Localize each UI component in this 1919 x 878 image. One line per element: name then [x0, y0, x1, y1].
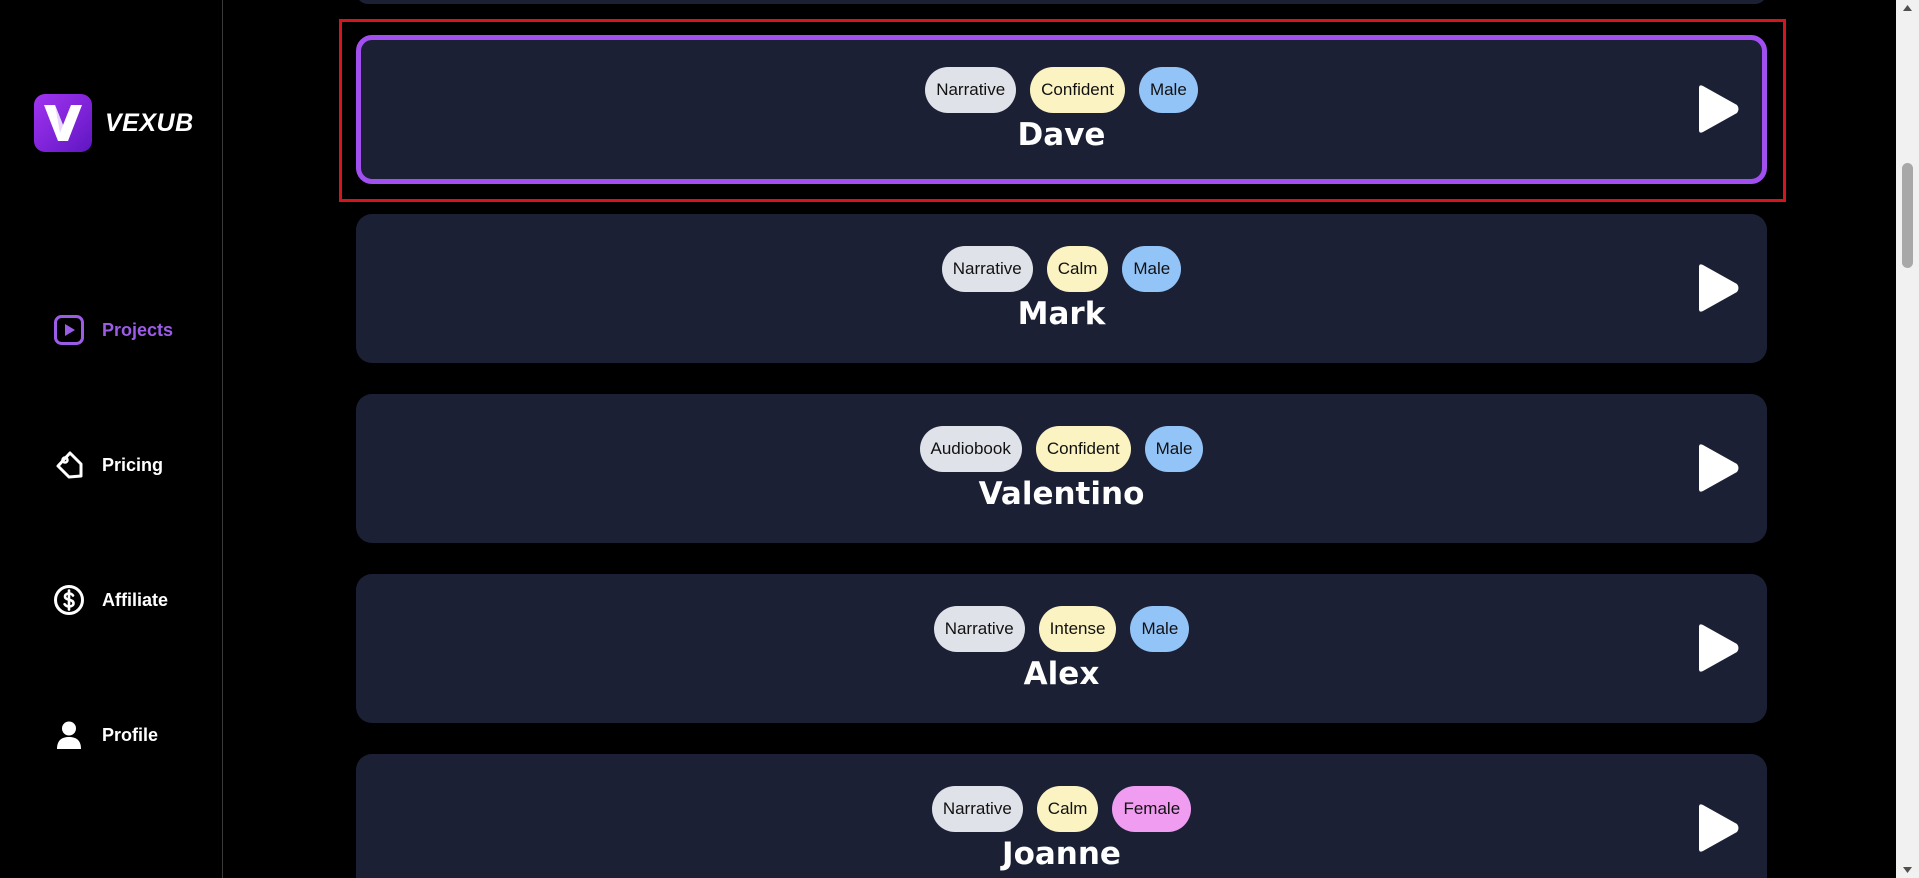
tag-gender: Male — [1144, 426, 1204, 472]
tag-mood: Confident — [1035, 426, 1131, 472]
nav-label-projects: Projects — [102, 319, 174, 340]
voice-name: Joanne — [1002, 836, 1121, 872]
tag-list: Narrative Calm Male — [356, 246, 1767, 292]
nav-label-affiliate: Affiliate — [102, 589, 169, 610]
voice-name: Valentino — [978, 476, 1145, 512]
voice-card-mark[interactable]: Narrative Calm Male Mark — [356, 214, 1767, 363]
voice-card-valentino[interactable]: Audiobook Confident Male Valentino — [356, 394, 1767, 543]
tag-gender: Male — [1122, 246, 1182, 292]
play-icon[interactable] — [1696, 803, 1740, 853]
play-icon[interactable] — [1696, 84, 1740, 134]
voice-card-alex[interactable]: Narrative Intense Male Alex — [356, 574, 1767, 723]
nav-item-profile[interactable]: Profile — [52, 713, 212, 757]
tag-style: Narrative — [931, 786, 1023, 832]
nav-item-projects[interactable]: Projects — [52, 308, 212, 352]
tag-style: Narrative — [925, 67, 1017, 113]
tag-gender: Male — [1138, 67, 1198, 113]
user-icon — [52, 718, 86, 752]
tag-mood: Calm — [1036, 786, 1099, 832]
voice-name: Alex — [1023, 656, 1100, 692]
nav-item-pricing[interactable]: Pricing — [52, 443, 212, 487]
voice-name: Dave — [1017, 117, 1106, 153]
nav-label-profile: Profile — [102, 724, 159, 745]
tag-style: Narrative — [941, 246, 1033, 292]
scrollbar-thumb[interactable] — [1902, 163, 1913, 268]
voice-name: Mark — [1017, 296, 1106, 332]
tag-style: Audiobook — [919, 426, 1022, 472]
play-icon[interactable] — [1696, 263, 1740, 313]
play-icon[interactable] — [1696, 443, 1740, 493]
brand-name: VEXUB — [105, 108, 194, 137]
play-square-icon — [52, 313, 86, 347]
tag-mood: Intense — [1038, 606, 1117, 652]
nav-label-pricing: Pricing — [102, 454, 164, 475]
tag-gender: Male — [1130, 606, 1190, 652]
dollar-circle-icon — [52, 583, 86, 617]
play-icon[interactable] — [1696, 623, 1740, 673]
voice-card-joanne[interactable]: Narrative Calm Female Joanne — [356, 754, 1767, 878]
brand-logo[interactable]: VEXUB — [34, 94, 194, 152]
tag-mood: Confident — [1030, 67, 1125, 113]
scrollbar[interactable] — [1896, 0, 1919, 878]
tag-list: Narrative Confident Male — [361, 67, 1762, 113]
scroll-down-arrow-icon[interactable] — [1896, 862, 1919, 878]
tag-gender: Female — [1112, 786, 1192, 832]
voice-card-partial[interactable] — [356, 0, 1767, 4]
tag-style: Narrative — [933, 606, 1025, 652]
price-tag-icon — [52, 448, 86, 482]
voice-card-dave[interactable]: Narrative Confident Male Dave — [356, 35, 1767, 184]
tag-list: Audiobook Confident Male — [356, 426, 1767, 472]
tag-mood: Calm — [1046, 246, 1109, 292]
nav-item-affiliate[interactable]: Affiliate — [52, 578, 212, 622]
vexub-logo-icon — [34, 94, 92, 152]
scroll-up-arrow-icon[interactable] — [1896, 0, 1919, 16]
tag-list: Narrative Calm Female — [356, 786, 1767, 832]
voice-list[interactable]: Narrative Confident Male Dave Narrative … — [224, 0, 1896, 878]
sidebar: VEXUB Projects Pricing Affiliate Profile — [0, 0, 223, 878]
tag-list: Narrative Intense Male — [356, 606, 1767, 652]
